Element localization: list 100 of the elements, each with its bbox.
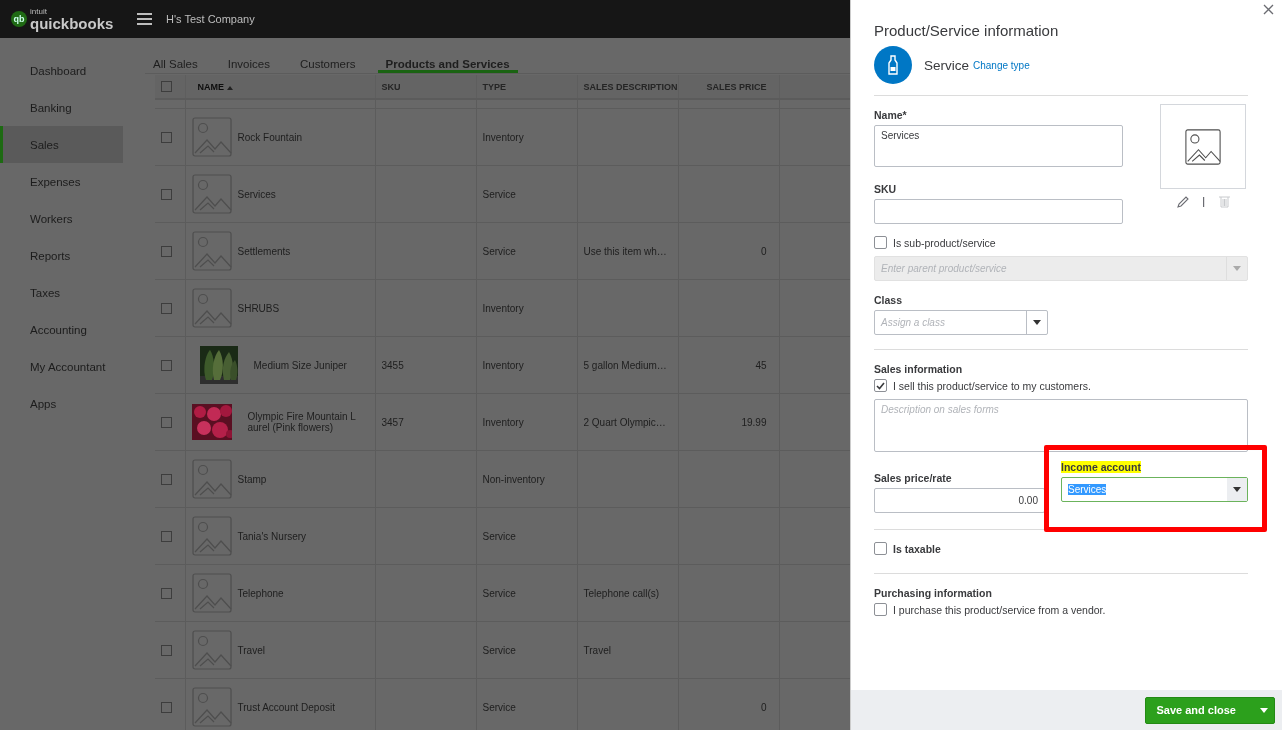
tab[interactable]: Customers [291,58,364,73]
table-cell: 3457 [381,416,404,428]
image-placeholder-icon [1185,128,1221,165]
logo-small-text: intuit [30,7,48,16]
table-cell-text: Telephone [237,587,285,599]
save-and-close-button[interactable]: Save and close [1144,696,1275,724]
checkbox[interactable] [874,603,887,616]
change-type-link[interactable]: Change type [973,59,1030,71]
image-placeholder-icon [191,573,232,613]
checkbox[interactable] [161,701,172,713]
sidebar-item[interactable]: Banking [0,89,123,126]
sidebar-item[interactable]: My Accountant [0,348,123,385]
table-cell: 45 [755,359,767,371]
sidebar-item[interactable]: Dashboard [0,52,123,89]
trash-icon[interactable] [1218,195,1230,208]
tab[interactable]: All Sales [145,58,206,73]
table-cell: 2 Quart Olympic… [583,416,666,428]
checkbox-label: I sell this product/service to my customers. [893,379,1091,392]
table-cell: Service [482,188,516,200]
logo-text: quickbooks [30,15,114,31]
sidebar-item[interactable]: Sales [0,126,123,163]
image-placeholder-icon [191,231,232,271]
checkbox[interactable] [161,587,172,599]
table-cell-text: Trust Account Deposit [237,701,336,713]
table-cell: Inventory [482,359,524,371]
table-cell: 19.99 [741,416,767,428]
sidebar-item[interactable]: Workers [0,200,123,237]
image-placeholder-icon [191,174,232,214]
table-cell: Inventory [482,416,524,428]
section-heading: Sales information [874,363,964,375]
price-field[interactable]: 0.00 [874,488,1045,513]
sidebar-item[interactable]: Apps [0,385,123,422]
income-account-dropdown[interactable]: Services [1061,477,1248,502]
class-dropdown[interactable]: Assign a class [874,310,1048,335]
table-cell: Service [482,701,516,713]
checkbox[interactable] [161,245,172,257]
checkbox[interactable] [874,379,887,392]
table-cell: 0 [760,701,767,713]
field-label: Name* [874,109,908,121]
checkbox[interactable] [161,302,172,314]
table-cell: 0 [760,245,767,257]
sidebar-item[interactable]: Reports [0,237,123,274]
checkbox[interactable] [161,188,172,200]
close-icon[interactable] [1263,4,1274,15]
checkbox[interactable] [874,542,887,555]
sidebar-item[interactable]: Taxes [0,274,123,311]
table-cell-text: Services [237,188,277,200]
caret-icon [1233,487,1241,492]
image-placeholder-icon [191,630,232,670]
field-label: Class [874,294,904,306]
sidebar-item[interactable]: Accounting [0,311,123,348]
table-cell-text: Medium Size Juniper [253,359,348,371]
checkbox[interactable] [161,473,172,485]
checkbox[interactable] [161,131,172,143]
table-cell-text: SHRUBS [237,302,281,314]
table-cell: 3455 [381,359,404,371]
table-cell-text: Settlements [237,245,292,257]
checkbox[interactable] [874,236,887,249]
image-placeholder-icon [191,687,232,727]
table-cell-text: Travel [237,644,266,656]
description-field[interactable]: Description on sales forms [874,399,1248,452]
image-upload-box[interactable] [1160,104,1246,189]
column-header[interactable]: SKU [375,75,476,99]
tab[interactable]: Invoices [219,58,278,73]
column-header[interactable]: NAME [185,75,375,99]
bottle-icon [874,46,912,84]
image-placeholder-icon [191,117,232,157]
table-cell: Travel [583,644,611,656]
divider-icon [1202,196,1205,207]
table-cell: Inventory [482,131,524,143]
sidebar-item[interactable]: Expenses [0,163,123,200]
table-cell: Telephone call(s) [583,587,660,599]
field-label: Income account [1061,461,1141,473]
table-cell: Use this item wh… [583,245,667,257]
column-header[interactable]: SALES PRICE [678,75,779,99]
checkbox[interactable] [161,416,172,428]
checkbox[interactable] [161,359,172,371]
image-placeholder-icon [191,516,232,556]
pencil-icon[interactable] [1176,195,1189,208]
name-field[interactable]: Services [874,125,1123,167]
column-header[interactable]: TYPE [476,75,577,99]
checkbox-label: Is taxable [893,542,941,555]
item-type: Service [924,57,969,73]
image-placeholder-icon [191,288,232,328]
section-heading: Purchasing information [874,587,993,599]
table-cell-text: Tania's Nursery [237,530,308,542]
table-cell: Service [482,245,516,257]
sku-field[interactable] [874,199,1123,224]
caret-icon [1233,266,1241,271]
checkbox[interactable] [161,644,172,656]
table-cell: Non-inventory [482,473,545,485]
column-header[interactable]: SALES DESCRIPTION [577,75,678,99]
table-cell: 5 gallon Medium… [583,359,667,371]
table-cell: Service [482,644,516,656]
sort-up-icon [226,85,233,90]
checkbox[interactable] [161,81,172,93]
table-cell-text: Olympic Fire Mountain Laurel (Pink flowers) [247,411,357,433]
table-cell: Inventory [482,302,524,314]
menu-icon[interactable] [137,13,152,25]
checkbox[interactable] [161,530,172,542]
